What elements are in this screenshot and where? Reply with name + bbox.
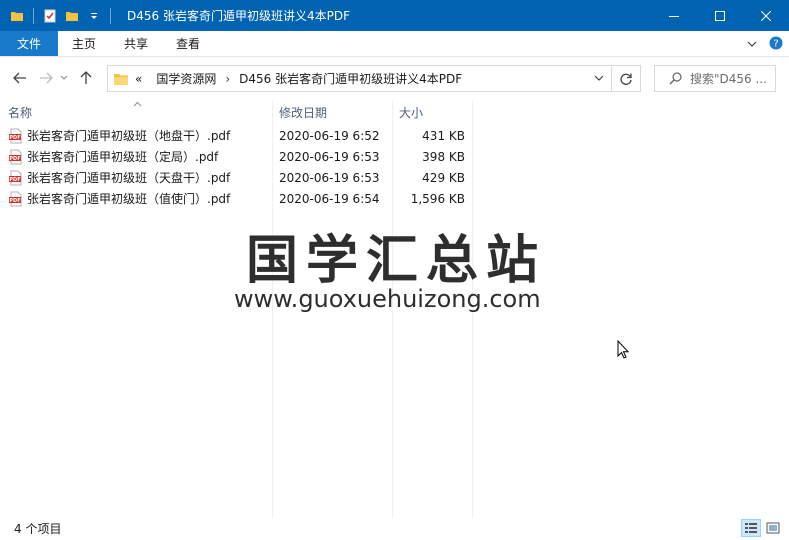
arrow-right-icon [40,72,53,84]
column-header-date[interactable]: 修改日期 [279,100,327,124]
properties-icon[interactable] [42,8,58,24]
file-date: 2020-06-19 6:53 [279,170,380,185]
details-view-icon [745,523,757,533]
folder-icon [113,72,129,86]
navigation-bar: « 国学资源网 › D456 张岩客奇门遁甲初级班讲义4本PDF 搜索"D456… [0,58,789,98]
file-row[interactable]: PDF 张岩客奇门遁甲初级班（值使门）.pdf 2020-06-19 6:54 … [0,188,480,209]
breadcrumb-overflow[interactable]: « [135,72,142,86]
watermark-url: www.guoxuehuizong.com [234,285,541,313]
column-header-name[interactable]: 名称 [8,100,32,124]
expand-ribbon-button[interactable] [747,37,757,51]
up-button[interactable] [76,68,96,88]
ribbon-controls: ? [747,31,783,57]
pdf-file-icon: PDF [8,191,24,207]
file-name: 张岩客奇门遁甲初级班（值使门）.pdf [27,192,231,206]
svg-text:PDF: PDF [9,177,20,183]
watermark-title: 国学汇总站 [246,231,547,291]
refresh-icon [620,73,632,85]
title-bar: D456 张岩客奇门遁甲初级班讲义4本PDF [0,0,789,31]
forward-button[interactable] [36,68,56,88]
pdf-file-icon: PDF [8,170,24,186]
file-row[interactable]: PDF 张岩客奇门遁甲初级班（定局）.pdf 2020-06-19 6:53 3… [0,146,480,167]
customize-toolbar-icon[interactable] [86,8,102,24]
close-button[interactable] [743,0,789,31]
minimize-button[interactable] [651,0,697,31]
help-button[interactable]: ? [769,36,783,53]
chevron-down-icon [594,75,604,81]
file-size: 1,596 KB [410,191,465,206]
minimize-icon [669,15,679,17]
file-date: 2020-06-19 6:54 [279,191,380,206]
file-row[interactable]: PDF 张岩客奇门遁甲初级班（天盘干）.pdf 2020-06-19 6:53 … [0,167,480,188]
folder-icon[interactable] [9,8,25,24]
view-toggle [741,519,783,537]
chevron-down-icon [60,75,68,80]
file-name: 张岩客奇门遁甲初级班（天盘干）.pdf [27,171,231,185]
breadcrumb-item[interactable]: 国学资源网 [156,70,216,87]
tab-home[interactable]: 主页 [58,31,110,56]
maximize-icon [715,10,725,21]
file-name: 张岩客奇门遁甲初级班（定局）.pdf [27,150,219,164]
svg-text:PDF: PDF [9,198,20,204]
file-date: 2020-06-19 6:52 [279,128,380,143]
recent-locations-button[interactable] [58,68,70,88]
large-icons-view-button[interactable] [763,519,783,537]
pdf-file-icon: PDF [8,128,24,144]
divider [110,7,111,24]
file-date: 2020-06-19 6:53 [279,149,380,164]
breadcrumb-item[interactable]: D456 张岩客奇门遁甲初级班讲义4本PDF [239,70,462,87]
mouse-cursor-icon [617,339,630,362]
tab-file[interactable]: 文件 [0,31,58,56]
back-button[interactable] [10,68,30,88]
file-size: 429 KB [422,170,465,185]
new-folder-icon[interactable] [64,8,80,24]
help-icon: ? [769,36,783,49]
file-name-cell: PDF 张岩客奇门遁甲初级班（天盘干）.pdf [8,169,230,186]
arrow-up-icon [80,71,92,84]
breadcrumb: « 国学资源网 › D456 张岩客奇门遁甲初级班讲义4本PDF [135,70,462,87]
status-bar: 4 个项目 [0,517,789,540]
address-dropdown-button[interactable] [587,66,611,91]
file-size: 431 KB [422,128,465,143]
svg-text:?: ? [773,38,778,49]
file-size: 398 KB [422,149,465,164]
chevron-right-icon[interactable]: › [225,72,230,86]
sort-ascending-icon [133,96,142,110]
file-name: 张岩客奇门遁甲初级班（地盘干）.pdf [27,129,231,143]
svg-text:PDF: PDF [9,135,20,141]
quick-access-toolbar [0,0,119,31]
details-view-button[interactable] [741,519,761,537]
refresh-button[interactable] [612,65,641,92]
column-header-size[interactable]: 大小 [399,100,423,124]
item-count: 4 个项目 [14,522,62,536]
search-placeholder: 搜索"D456 ... [690,72,767,86]
pdf-file-icon: PDF [8,149,24,165]
search-icon [669,72,682,85]
ribbon-tabs: 文件 主页 共享 查看 ? [0,31,789,57]
file-name-cell: PDF 张岩客奇门遁甲初级班（值使门）.pdf [8,190,230,207]
close-icon [761,10,771,21]
tab-share[interactable]: 共享 [110,31,162,56]
large-icons-view-icon [766,522,780,534]
chevron-down-icon [747,41,757,47]
maximize-button[interactable] [697,0,743,31]
svg-text:PDF: PDF [9,156,20,162]
search-box[interactable]: 搜索"D456 ... [654,65,776,92]
file-name-cell: PDF 张岩客奇门遁甲初级班（地盘干）.pdf [8,127,230,144]
tab-view[interactable]: 查看 [162,31,214,56]
address-bar[interactable]: « 国学资源网 › D456 张岩客奇门遁甲初级班讲义4本PDF [107,65,612,92]
file-name-cell: PDF 张岩客奇门遁甲初级班（定局）.pdf [8,148,218,165]
window-title: D456 张岩客奇门遁甲初级班讲义4本PDF [127,9,350,23]
arrow-left-icon [13,72,26,84]
window-controls [651,0,789,31]
file-row[interactable]: PDF 张岩客奇门遁甲初级班（地盘干）.pdf 2020-06-19 6:52 … [0,125,480,146]
divider [33,7,34,24]
